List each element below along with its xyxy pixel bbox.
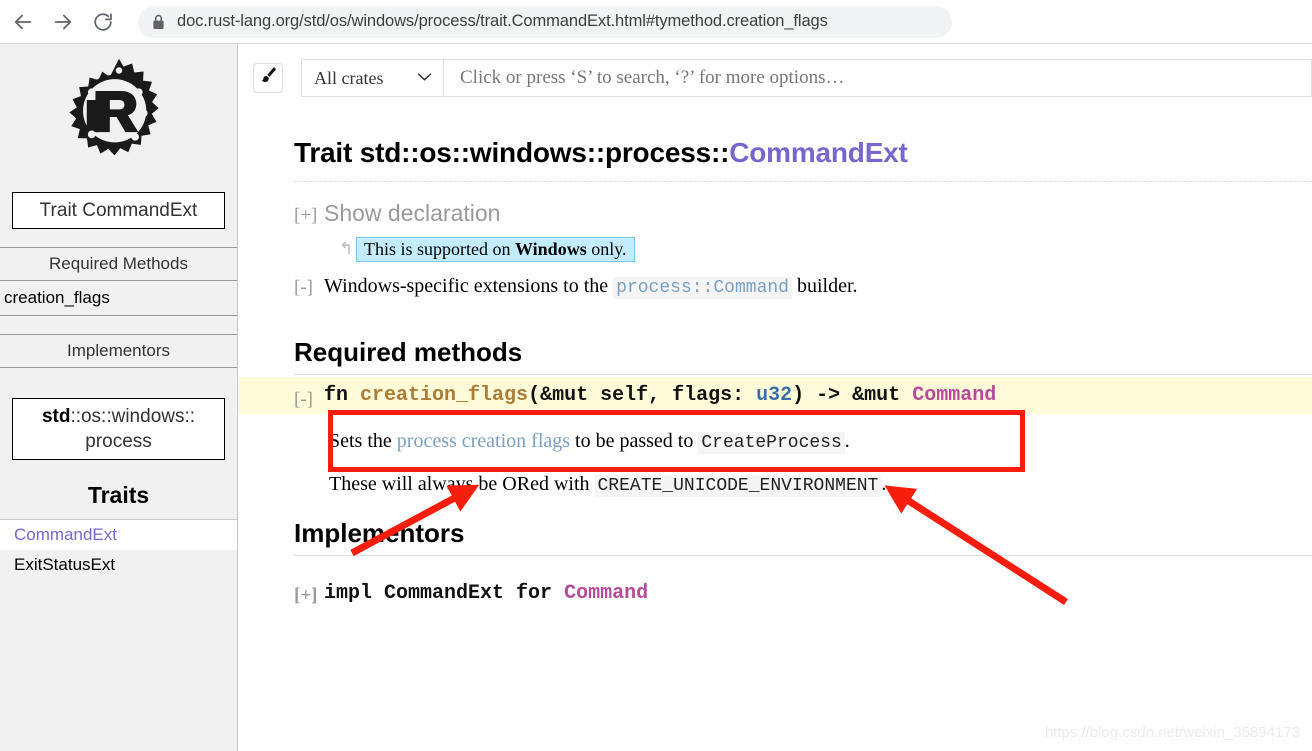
page-title-accent: CommandExt [729, 137, 908, 168]
docblock-text-before: Windows-specific extensions to the [324, 275, 614, 297]
sig-ret-mut: &mut [852, 384, 913, 408]
stability-corner-icon: ↰ [339, 239, 354, 258]
sidebar-module-box[interactable]: std::os::windows:: process [12, 398, 225, 461]
watermark: https://blog.csdn.net/weixin_35894173 [1044, 724, 1300, 741]
sig-arg-type[interactable]: u32 [756, 384, 792, 407]
url-text: doc.rust-lang.org/std/os/windows/process… [177, 12, 828, 30]
sidebar-trait-box[interactable]: Trait CommandExt [12, 192, 225, 230]
paintbrush-icon [259, 66, 278, 90]
address-bar[interactable]: doc.rust-lang.org/std/os/windows/process… [138, 5, 952, 38]
sig-arrow: -> [804, 384, 853, 408]
create-unicode-environment-code: CREATE_UNICODE_ENVIRONMENT [594, 475, 882, 498]
sig-args: &mut self, flags: [540, 384, 757, 408]
sidebar-heading-required-methods[interactable]: Required Methods [0, 247, 237, 282]
reload-button[interactable] [86, 5, 120, 39]
impl-trait-name: CommandExt [372, 582, 517, 606]
method-creation-flags: [-] fn creation_flags(&mut self, flags: … [239, 377, 1312, 500]
implementors-heading: Implementors [294, 518, 1312, 557]
sidebar-trait-exitstatusext[interactable]: ExitStatusExt [0, 550, 237, 580]
forward-button[interactable] [46, 5, 80, 39]
page-root: doc.rust-lang.org/std/os/windows/process… [0, 0, 1312, 751]
sidebar-trait-commandext[interactable]: CommandExt [0, 520, 237, 551]
crate-filter-value: All crates [314, 67, 384, 88]
main-content: All crates Click or press ‘S’ to search,… [239, 44, 1312, 751]
page-title-prefix: Trait std::os::windows::process:: [294, 137, 730, 168]
method-doc-p1-mid: to be passed to [570, 430, 699, 453]
sidebar-module-prefix: std [41, 406, 71, 428]
show-declaration-row: [+] Show declaration [294, 200, 1312, 227]
required-methods-heading: Required methods [294, 337, 1312, 376]
process-creation-flags-link[interactable]: process creation flags [397, 430, 570, 452]
search-placeholder: Click or press ‘S’ to search, ‘?’ for mo… [460, 67, 845, 88]
rust-logo-icon [68, 58, 159, 156]
chevron-down-icon [416, 71, 433, 86]
page-title: Trait std::os::windows::process::Command… [294, 137, 1312, 182]
browser-toolbar: doc.rust-lang.org/std/os/windows/process… [0, 0, 1312, 44]
sidebar-traits-heading: Traits [0, 482, 237, 521]
method-doc-p2-after: . [881, 473, 887, 496]
trait-docblock: [-] Windows-specific extensions to the p… [294, 272, 1312, 301]
implementor-row: [+] impl CommandExt for Command [294, 582, 1312, 607]
sidebar-section-implementors: Implementors [0, 334, 237, 390]
reload-icon [92, 11, 114, 33]
docblock-code-link[interactable]: process::Command [613, 277, 792, 299]
sidebar: Trait CommandExt Required Methods creati… [0, 44, 238, 751]
logo-container[interactable] [0, 44, 237, 184]
theme-picker-button[interactable] [253, 63, 283, 93]
impl-for-kw: for [516, 582, 553, 606]
show-declaration-toggle[interactable]: [+] [294, 205, 317, 227]
search-toolbar: All crates Click or press ‘S’ to search,… [239, 44, 1312, 97]
sidebar-heading-implementors[interactable]: Implementors [0, 334, 237, 369]
sig-kw-fn: fn [324, 384, 349, 408]
sidebar-module-line2: process [85, 431, 152, 453]
impl-kw: impl [324, 582, 373, 606]
createprocess-code: CreateProcess [698, 432, 845, 455]
method-doc-p2-before: These will always be ORed with [329, 473, 595, 496]
sidebar-section-required-methods: Required Methods creation_flags [0, 247, 237, 317]
crate-filter-select[interactable]: All crates [301, 59, 443, 97]
method-doc-p2: These will always be ORed with CREATE_UN… [329, 469, 1312, 500]
sig-method-name[interactable]: creation_flags [360, 384, 528, 407]
sig-close-paren: ) [792, 384, 805, 408]
method-doc-p1-after: . [844, 430, 850, 453]
method-doc-p1: Sets the process creation flags to be pa… [329, 426, 1312, 457]
method-signature: fn creation_flags(&mut self, flags: u32)… [239, 377, 1312, 415]
sidebar-item-creation-flags[interactable]: creation_flags [0, 281, 237, 317]
docblock-toggle[interactable]: [-] [294, 274, 313, 302]
impl-type-name[interactable]: Command [552, 582, 648, 605]
portability-prefix: This is supported on [364, 239, 515, 259]
back-arrow-icon [12, 11, 34, 33]
doc-body: Trait std::os::windows::process::Command… [239, 137, 1312, 607]
search-input[interactable]: Click or press ‘S’ to search, ‘?’ for mo… [443, 59, 1312, 97]
show-declaration-label[interactable]: Show declaration [324, 200, 500, 226]
method-docblock: Sets the process creation flags to be pa… [294, 426, 1312, 500]
back-button[interactable] [6, 5, 40, 39]
method-doc-p1-before: Sets the [329, 430, 397, 453]
method-toggle[interactable]: [-] [294, 389, 313, 411]
sidebar-module-rest: ::os::windows:: [70, 406, 196, 428]
forward-arrow-icon [52, 11, 74, 33]
padlock-icon [152, 14, 165, 30]
impl-toggle[interactable]: [+] [294, 585, 317, 607]
sig-return-type[interactable]: Command [912, 384, 996, 407]
portability-row: ↰ This is supported on Windows only. [294, 227, 1312, 262]
portability-platform: Windows [515, 239, 587, 259]
portability-badge: This is supported on Windows only. [356, 237, 635, 262]
sig-open-paren: ( [528, 384, 541, 408]
portability-suffix: only. [586, 239, 627, 259]
docblock-text-after: builder. [791, 275, 858, 297]
